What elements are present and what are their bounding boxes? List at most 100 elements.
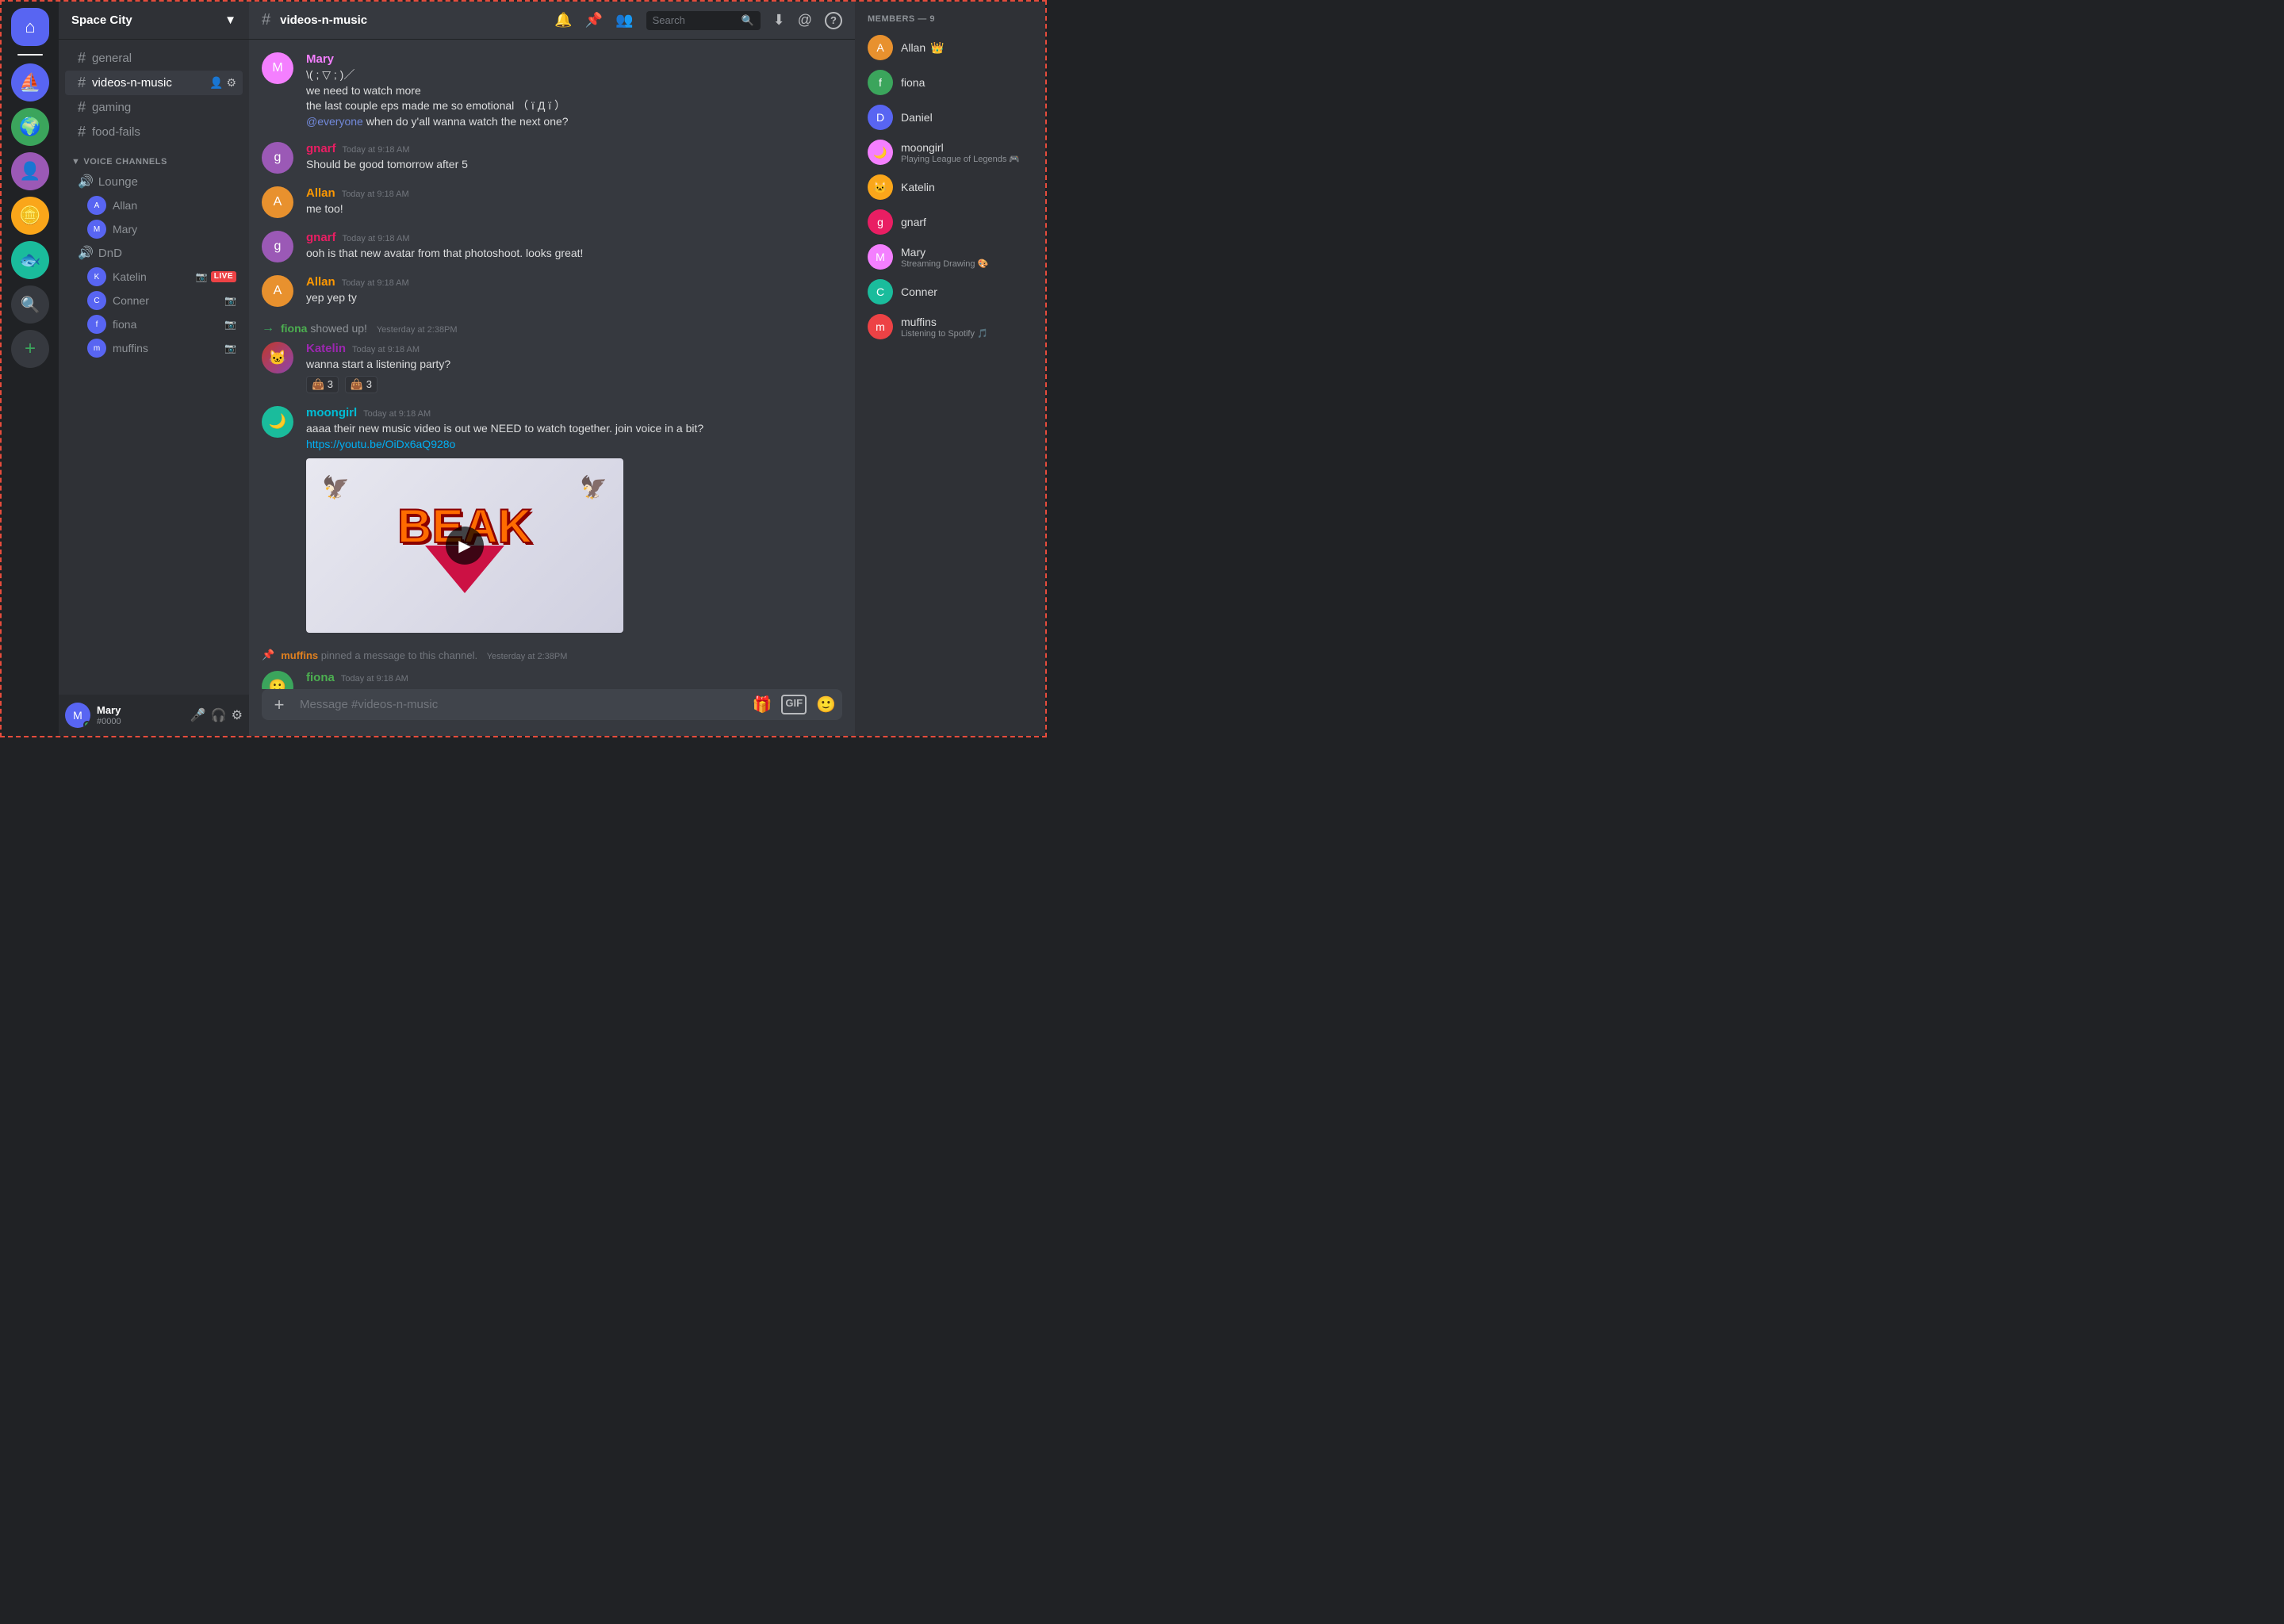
mention-everyone[interactable]: @everyone: [306, 115, 363, 128]
voice-user-conner[interactable]: C Conner 📷: [65, 289, 243, 312]
member-item-muffins[interactable]: m muffins Listening to Spotify 🎵: [861, 309, 1039, 344]
mini-avatar-muffins: m: [87, 339, 106, 358]
gift-icon[interactable]: 🎁: [753, 695, 772, 714]
video-link[interactable]: https://youtu.be/OiDx6aQ928o: [306, 438, 455, 450]
mini-avatar-allan: A: [87, 196, 106, 215]
username-allan-2[interactable]: Allan: [306, 275, 335, 289]
voice-channel-name-lounge: Lounge: [98, 175, 138, 189]
member-item-katelin[interactable]: 🐱 Katelin: [861, 170, 1039, 205]
member-name-moongirl: moongirl: [901, 141, 944, 154]
member-item-gnarf[interactable]: g gnarf: [861, 205, 1039, 239]
message-header-allan-1: Allan Today at 9:18 AM: [306, 186, 842, 200]
member-item-daniel[interactable]: D Daniel: [861, 100, 1039, 135]
system-message-fiona-join: → fiona showed up! Yesterday at 2:38PM: [262, 320, 842, 342]
message-group-allan-2: A Allan Today at 9:18 AM yep yep ty: [262, 275, 842, 307]
search-box[interactable]: Search 🔍: [646, 11, 761, 30]
voice-channels-category[interactable]: ▼ VOICE CHANNELS: [59, 144, 249, 170]
voice-user-muffins[interactable]: m muffins 📷: [65, 336, 243, 360]
server-icon-search[interactable]: 🔍: [11, 285, 49, 324]
user-settings-icon[interactable]: ⚙: [232, 707, 243, 723]
message-input[interactable]: [300, 689, 746, 720]
member-item-conner[interactable]: C Conner: [861, 274, 1039, 309]
server-icon-add[interactable]: +: [11, 330, 49, 368]
gif-button[interactable]: GIF: [781, 695, 807, 714]
mic-icon[interactable]: 🎤: [190, 707, 206, 723]
member-avatar-conner: C: [868, 279, 893, 304]
member-item-allan[interactable]: A Allan 👑: [861, 30, 1039, 65]
system-time-pin: Yesterday at 2:38PM: [487, 652, 568, 661]
message-input-area: + 🎁 GIF 🙂: [249, 689, 855, 736]
voice-user-allan[interactable]: A Allan: [65, 193, 243, 217]
server-icon-person[interactable]: 👤: [11, 152, 49, 190]
system-user-fiona[interactable]: fiona: [281, 322, 307, 335]
message-time-allan-2: Today at 9:18 AM: [342, 278, 409, 288]
server-icon-planet[interactable]: 🌍: [11, 108, 49, 146]
play-button[interactable]: ▶: [446, 527, 484, 565]
message-header-moongirl: moongirl Today at 9:18 AM: [306, 406, 842, 419]
voice-channel-lounge[interactable]: 🔊 Lounge: [65, 170, 243, 193]
pin-icon[interactable]: 📌: [585, 12, 603, 29]
username-gnarf-2[interactable]: gnarf: [306, 231, 336, 244]
notification-bell-icon[interactable]: 🔔: [554, 12, 572, 29]
members-header: MEMBERS — 9: [861, 14, 1039, 24]
hash-icon: #: [78, 124, 86, 140]
voice-channel-dnd[interactable]: 🔊 DnD: [65, 241, 243, 265]
member-info-moongirl: moongirl Playing League of Legends 🎮: [901, 141, 1020, 164]
channel-settings-icon[interactable]: ⚙: [226, 76, 236, 90]
member-item-moongirl[interactable]: 🌙 moongirl Playing League of Legends 🎮: [861, 135, 1039, 170]
emoji-icon[interactable]: 🙂: [816, 695, 836, 714]
channel-item-food-fails[interactable]: # food-fails: [65, 120, 243, 144]
message-group-gnarf-1: g gnarf Today at 9:18 AM Should be good …: [262, 142, 842, 174]
member-avatar-allan: A: [868, 35, 893, 60]
member-name-gnarf: gnarf: [901, 216, 926, 228]
system-user-muffins[interactable]: muffins: [281, 649, 318, 661]
server-icon-coin[interactable]: 🪙: [11, 197, 49, 235]
members-sidebar: MEMBERS — 9 A Allan 👑 f fiona: [855, 2, 1045, 736]
discord-home-icon[interactable]: ⌂: [11, 8, 49, 46]
members-icon[interactable]: 👥: [615, 12, 633, 29]
server-list: ⌂ ⛵ 🌍 👤 🪙 🐟 🔍 +: [2, 2, 59, 736]
mini-avatar-katelin: K: [87, 267, 106, 286]
member-name-fiona: fiona: [901, 76, 925, 89]
server-header[interactable]: Space City ▼: [59, 2, 249, 40]
channel-name-videos-n-music: videos-n-music: [92, 76, 172, 90]
username-katelin[interactable]: Katelin: [306, 342, 346, 355]
message-text-moongirl: aaaa their new music video is out we NEE…: [306, 421, 842, 437]
reaction-1[interactable]: 👜 3: [306, 376, 339, 393]
message-group-mary: M Mary \( ; ▽ ; )／ we need to watch more…: [262, 52, 842, 129]
help-icon[interactable]: ?: [825, 12, 842, 29]
username-moongirl[interactable]: moongirl: [306, 406, 357, 419]
username-mary[interactable]: Mary: [306, 52, 334, 66]
server-icon-boat[interactable]: ⛵: [11, 63, 49, 102]
voice-user-fiona[interactable]: f fiona 📷: [65, 312, 243, 336]
system-text-pin: muffins pinned a message to this channel…: [281, 649, 567, 661]
username-allan-1[interactable]: Allan: [306, 186, 335, 200]
channel-item-videos-n-music[interactable]: # videos-n-music 👤 ⚙: [65, 71, 243, 95]
server-icon-fish[interactable]: 🐟: [11, 241, 49, 279]
member-name-daniel: Daniel: [901, 111, 933, 124]
message-content-allan-1: Allan Today at 9:18 AM me too!: [306, 186, 842, 218]
voice-user-mary[interactable]: M Mary: [65, 217, 243, 241]
arrow-right-icon: →: [262, 321, 274, 335]
member-item-fiona[interactable]: f fiona: [861, 65, 1039, 100]
camera-icon-conner: 📷: [224, 295, 236, 306]
username-gnarf-1[interactable]: gnarf: [306, 142, 336, 155]
download-icon[interactable]: ⬇: [773, 12, 785, 29]
message-group-moongirl: 🌙 moongirl Today at 9:18 AM aaaa their n…: [262, 406, 842, 633]
channel-add-member-icon[interactable]: 👤: [209, 76, 223, 90]
voice-user-icons-fiona: 📷: [224, 319, 236, 330]
voice-user-katelin[interactable]: K Katelin 📷 LIVE: [65, 265, 243, 289]
crown-icon-allan: 👑: [930, 41, 944, 55]
username-fiona[interactable]: fiona: [306, 671, 335, 684]
message-content-allan-2: Allan Today at 9:18 AM yep yep ty: [306, 275, 842, 307]
member-item-mary[interactable]: M Mary Streaming Drawing 🎨: [861, 239, 1039, 274]
mini-avatar-mary: M: [87, 220, 106, 239]
channel-item-general[interactable]: # general: [65, 46, 243, 71]
video-embed[interactable]: 🦅 🦅 BEAK ▶: [306, 458, 623, 633]
at-icon[interactable]: @: [798, 12, 812, 29]
message-add-button[interactable]: +: [265, 691, 293, 719]
reaction-2[interactable]: 👜 3: [345, 376, 377, 393]
headset-icon[interactable]: 🎧: [211, 707, 227, 723]
message-text-katelin: wanna start a listening party?: [306, 357, 842, 373]
channel-item-gaming[interactable]: # gaming: [65, 95, 243, 120]
